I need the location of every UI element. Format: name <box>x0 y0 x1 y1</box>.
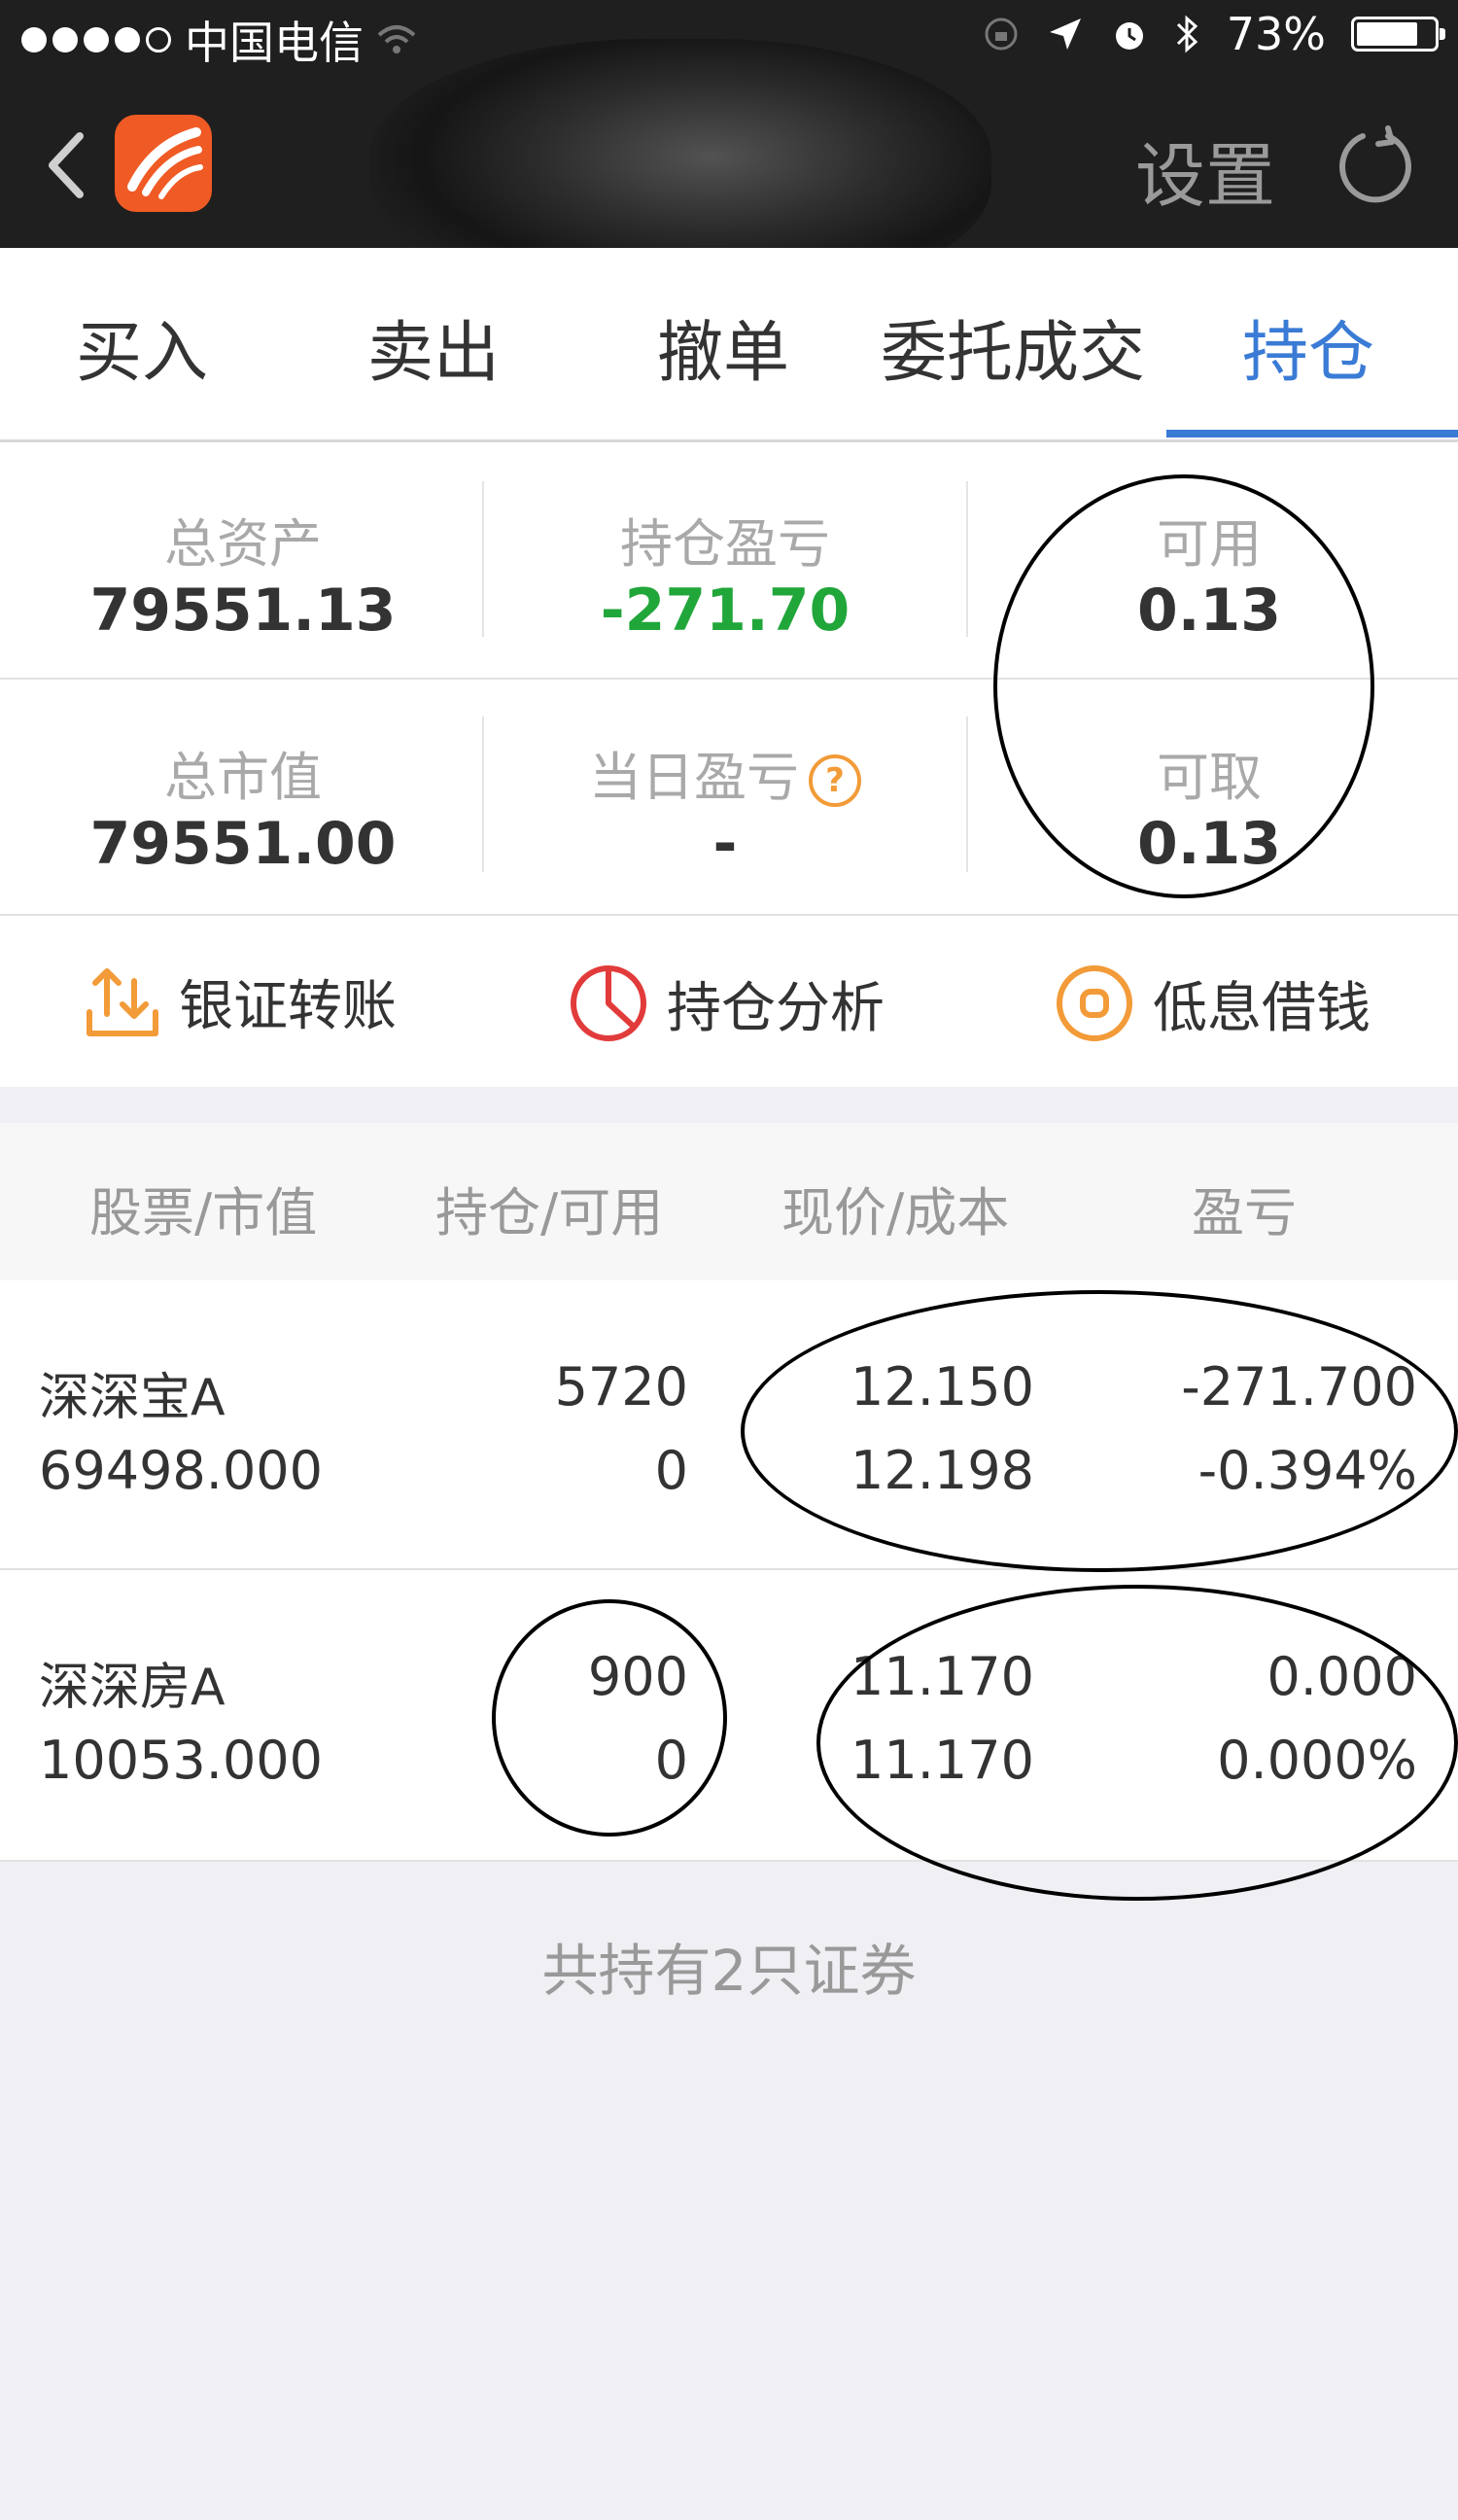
col-stock-value: 股票/市值 <box>89 1182 318 1243</box>
market-value-label: 总市值 <box>164 747 322 808</box>
stock-market-value: 10053.000 <box>39 1730 324 1791</box>
rotation-lock-icon <box>985 18 1018 51</box>
tab-positions[interactable]: 持仓 <box>1242 298 1374 395</box>
stock-name: 深深宝A <box>39 1369 226 1427</box>
position-pnl-label: 持仓盈亏 <box>620 513 830 575</box>
tab-cancel[interactable]: 撤单 <box>657 298 789 395</box>
tab-buy[interactable]: 买入 <box>76 298 208 395</box>
total-assets-label: 总资产 <box>164 513 322 575</box>
stock-position: 5720 <box>554 1356 688 1418</box>
position-analysis-label: 持仓分析 <box>667 976 885 1040</box>
battery-percent: 73% <box>1226 8 1326 60</box>
holdings-count: 共持有2只证券 <box>541 1938 917 2004</box>
help-icon[interactable]: ? <box>809 754 861 808</box>
app-logo <box>115 115 212 212</box>
battery-icon <box>1351 17 1445 52</box>
wifi-icon <box>377 25 416 53</box>
bluetooth-icon <box>1176 15 1198 53</box>
active-tab-indicator <box>1166 430 1458 438</box>
position-pnl-value: -271.70 <box>600 577 850 645</box>
bank-transfer-label: 银证转账 <box>179 975 397 1038</box>
refresh-icon[interactable] <box>1332 122 1419 210</box>
annotation-circle <box>993 474 1374 898</box>
low-interest-loan-button[interactable]: 低息借钱 <box>1054 962 1371 1044</box>
position-analysis-button[interactable]: 持仓分析 <box>568 962 885 1044</box>
annotation-circle <box>816 1585 1458 1901</box>
col-pnl: 盈亏 <box>1192 1182 1297 1243</box>
col-position-available: 持仓/可用 <box>435 1182 664 1243</box>
holdings-table-header: 股票/市值 持仓/可用 现价/成本 盈亏 <box>0 1123 1458 1280</box>
stock-available: 0 <box>654 1440 688 1501</box>
annotation-circle <box>492 1599 727 1837</box>
transfer-icon <box>87 967 158 1036</box>
col-price-cost: 现价/成本 <box>781 1182 1010 1243</box>
bank-transfer-button[interactable]: 银证转账 <box>84 962 397 1041</box>
daily-pnl-value: - <box>712 810 738 878</box>
back-icon[interactable] <box>39 126 97 204</box>
carrier-label: 中国电信 <box>185 17 364 69</box>
alarm-icon <box>1115 22 1143 50</box>
total-assets-value: 79551.13 <box>89 577 397 645</box>
low-interest-loan-label: 低息借钱 <box>1153 976 1371 1040</box>
tab-orders-deals[interactable]: 委托成交 <box>881 298 1145 395</box>
stock-market-value: 69498.000 <box>39 1440 324 1501</box>
tab-sell[interactable]: 卖出 <box>367 298 500 395</box>
signal-strength-icon <box>21 27 171 52</box>
coin-icon <box>1057 965 1132 1041</box>
location-icon <box>1049 18 1081 50</box>
trade-tabs: 买入 卖出 撤单 委托成交 持仓 <box>0 248 1458 442</box>
quick-actions: 银证转账 持仓分析 低息借钱 <box>0 914 1458 1087</box>
daily-pnl-label-wrap: 当日盈亏? <box>482 734 968 811</box>
settings-button[interactable]: 设置 <box>1135 119 1275 221</box>
stock-name: 深深房A <box>39 1659 226 1717</box>
pie-chart-icon <box>571 965 646 1041</box>
market-value-value: 79551.00 <box>89 810 397 878</box>
annotation-circle <box>741 1290 1458 1572</box>
daily-pnl-label: 当日盈亏 <box>589 747 799 808</box>
